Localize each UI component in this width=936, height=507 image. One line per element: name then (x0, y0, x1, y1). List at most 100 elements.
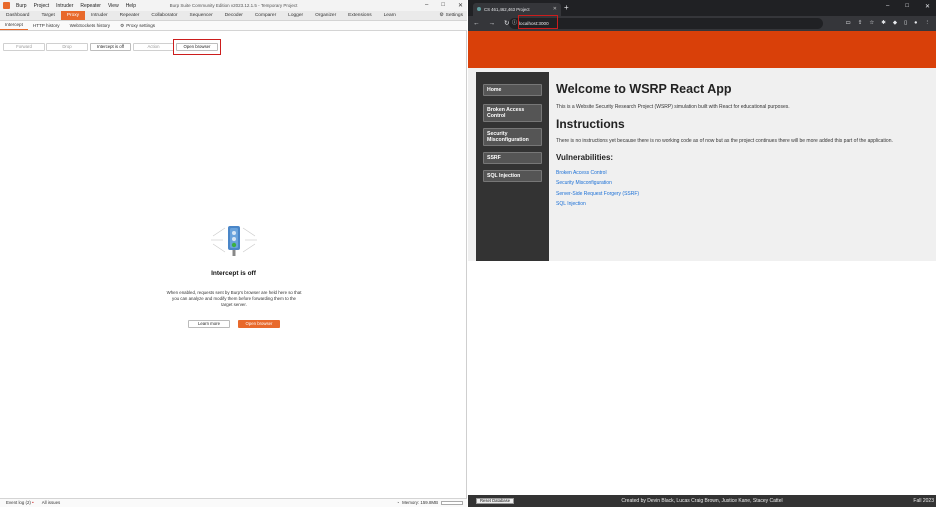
bookmark-star-icon[interactable]: ☆ (869, 19, 874, 28)
site-sidebar: Home Broken Access Control Security Misc… (476, 72, 549, 261)
drop-button[interactable]: Drop (46, 43, 88, 51)
site-main-content: Welcome to WSRP React App This is a Webs… (556, 82, 931, 210)
tab-extensions[interactable]: Extensions (342, 11, 377, 20)
intercept-toolbar: Forward Drop Intercept is off Action Ope… (0, 40, 467, 54)
back-icon[interactable]: ← (473, 19, 480, 28)
site-body: Home Broken Access Control Security Misc… (468, 68, 936, 261)
tab-target[interactable]: Target (35, 11, 60, 20)
traffic-light-icon (211, 226, 257, 256)
page-title: Welcome to WSRP React App (556, 82, 732, 96)
share-icon[interactable]: ⇪ (858, 19, 863, 28)
nav-sql-injection-button[interactable]: SQL Injection (483, 170, 542, 182)
link-broken-access-control[interactable]: Broken Access Control (556, 168, 931, 179)
proxy-settings-button[interactable]: ⚙ Proxy settings (115, 21, 160, 30)
proxy-settings-label: Proxy settings (126, 22, 156, 28)
maximize-icon[interactable]: □ (905, 3, 909, 10)
favicon-icon (477, 7, 481, 11)
intercept-description: When enabled, requests sent by Burp's br… (166, 290, 302, 307)
browser-tab-title: CS 461,462,463 Project (484, 7, 530, 12)
site-info-icon[interactable]: ⓘ (512, 18, 517, 29)
annotation-highlight-open-browser (173, 39, 221, 55)
event-log-link[interactable]: Event log (2) • (6, 499, 34, 507)
intro-text: This is a Website Security Research Proj… (556, 104, 790, 110)
burp-status-bar: Event log (2) • All issues ◔ Memory: 159… (0, 498, 467, 507)
forward-button[interactable]: Forward (3, 43, 45, 51)
nav-broken-access-control-button[interactable]: Broken Access Control (483, 104, 542, 122)
link-sql-injection[interactable]: SQL Injection (556, 199, 931, 210)
tab-comparer[interactable]: Comparer (249, 11, 282, 20)
tab-logger[interactable]: Logger (282, 11, 309, 20)
nav-home-button[interactable]: Home (483, 84, 542, 96)
annotation-highlight-url (518, 15, 558, 29)
minimize-icon[interactable]: – (425, 2, 428, 9)
tab-repeater[interactable]: Repeater (114, 11, 146, 20)
site-footer: Created by Devin Black, Lucas Craig Brow… (468, 495, 936, 507)
action-button[interactable]: Action (133, 43, 174, 51)
nav-security-misconfiguration-button[interactable]: Security Misconfiguration (483, 128, 542, 146)
tab-intercept[interactable]: Intercept (0, 21, 28, 30)
open-browser-button[interactable]: Open browser (238, 320, 280, 328)
new-tab-icon[interactable]: + (564, 3, 569, 13)
menu-burp[interactable]: Burp (16, 3, 27, 9)
menu-project[interactable]: Project (34, 3, 50, 9)
extension-icons: ▭ ⇪ ☆ ✱ ◆ ▯ ● ⋮ (846, 19, 930, 28)
nav-controls: ← → ↻ (473, 19, 509, 28)
profile-icon[interactable]: ● (914, 19, 917, 28)
instructions-text: There is no instructions yet because the… (556, 138, 893, 144)
footer-term: Fall 2023 (913, 498, 934, 504)
memory-bar (441, 501, 463, 505)
link-security-misconfiguration[interactable]: Security Misconfiguration (556, 178, 931, 189)
tab-learn[interactable]: Learn (378, 11, 402, 20)
event-log-label: Event log (2) (6, 500, 31, 505)
settings-button[interactable]: ⚙ Settings (439, 11, 463, 21)
tab-proxy[interactable]: Proxy (60, 11, 86, 20)
alert-dot-icon: • (32, 500, 34, 505)
burp-titlebar: Burp Project Intruder Repeater View Help… (0, 0, 467, 11)
tab-decoder[interactable]: Decoder (219, 11, 249, 20)
instructions-heading: Instructions (556, 117, 625, 131)
gear-icon: ⚙ (439, 13, 444, 18)
minimize-icon[interactable]: – (886, 3, 889, 10)
intercept-status-title: Intercept is off (211, 270, 256, 277)
tab-intruder[interactable]: Intruder (85, 11, 114, 20)
nav-ssrf-button[interactable]: SSRF (483, 152, 542, 164)
tab-websockets-history[interactable]: WebSockets history (65, 21, 116, 30)
close-icon[interactable]: ✕ (925, 3, 930, 10)
learn-more-button[interactable]: Learn more (188, 320, 230, 328)
reset-database-button[interactable]: Reset Database (476, 498, 515, 504)
footer-credits: Created by Devin Black, Lucas Craig Brow… (621, 498, 783, 504)
maximize-icon[interactable]: □ (441, 2, 445, 9)
gear-icon: ⚙ (120, 22, 125, 28)
memory-label: Memory: 159.8MB (402, 500, 438, 505)
settings-label: Settings (445, 13, 463, 18)
side-panel-icon[interactable]: ▯ (904, 19, 907, 28)
memory-icon: ◔ (396, 500, 400, 505)
menu-intruder[interactable]: Intruder (56, 3, 73, 9)
tab-organizer[interactable]: Organizer (309, 11, 342, 20)
intercept-toggle-button[interactable]: Intercept is off (90, 43, 131, 51)
tab-http-history[interactable]: HTTP history (28, 21, 65, 30)
menu-help[interactable]: Help (126, 3, 136, 9)
vulnerabilities-list: Broken Access Control Security Misconfig… (556, 168, 931, 210)
browser-window: CS 461,462,463 Project ✕ + – □ ✕ ← → ↻ ⓘ… (468, 0, 936, 507)
forward-icon[interactable]: → (489, 19, 496, 28)
all-issues-link[interactable]: All issues (42, 499, 61, 507)
tab-sequencer[interactable]: Sequencer (184, 11, 219, 20)
link-ssrf[interactable]: Server-Side Request Forgery (SSRF) (556, 189, 931, 200)
extensions-icon[interactable]: ✱ (881, 19, 886, 28)
tab-collaborator[interactable]: Collaborator (145, 11, 183, 20)
burp-menubar: Burp Project Intruder Repeater View Help (16, 3, 136, 9)
tab-dashboard[interactable]: Dashboard (0, 11, 35, 20)
site-header (468, 31, 936, 68)
menu-icon[interactable]: ⋮ (925, 19, 931, 28)
menu-repeater[interactable]: Repeater (80, 3, 101, 9)
cast-icon[interactable]: ▭ (846, 19, 851, 28)
menu-view[interactable]: View (108, 3, 119, 9)
vulnerabilities-heading: Vulnerabilities: (556, 152, 614, 162)
proxy-sub-tabs: Intercept HTTP history WebSockets histor… (0, 21, 467, 31)
close-icon[interactable]: ✕ (458, 2, 463, 9)
burp-main-tabs: Dashboard Target Proxy Intruder Repeater… (0, 11, 467, 21)
browser-tab-strip: CS 461,462,463 Project ✕ + – □ ✕ (468, 0, 936, 16)
burp-extension-icon[interactable]: ◆ (893, 19, 897, 28)
burp-window: Burp Project Intruder Repeater View Help… (0, 0, 467, 507)
